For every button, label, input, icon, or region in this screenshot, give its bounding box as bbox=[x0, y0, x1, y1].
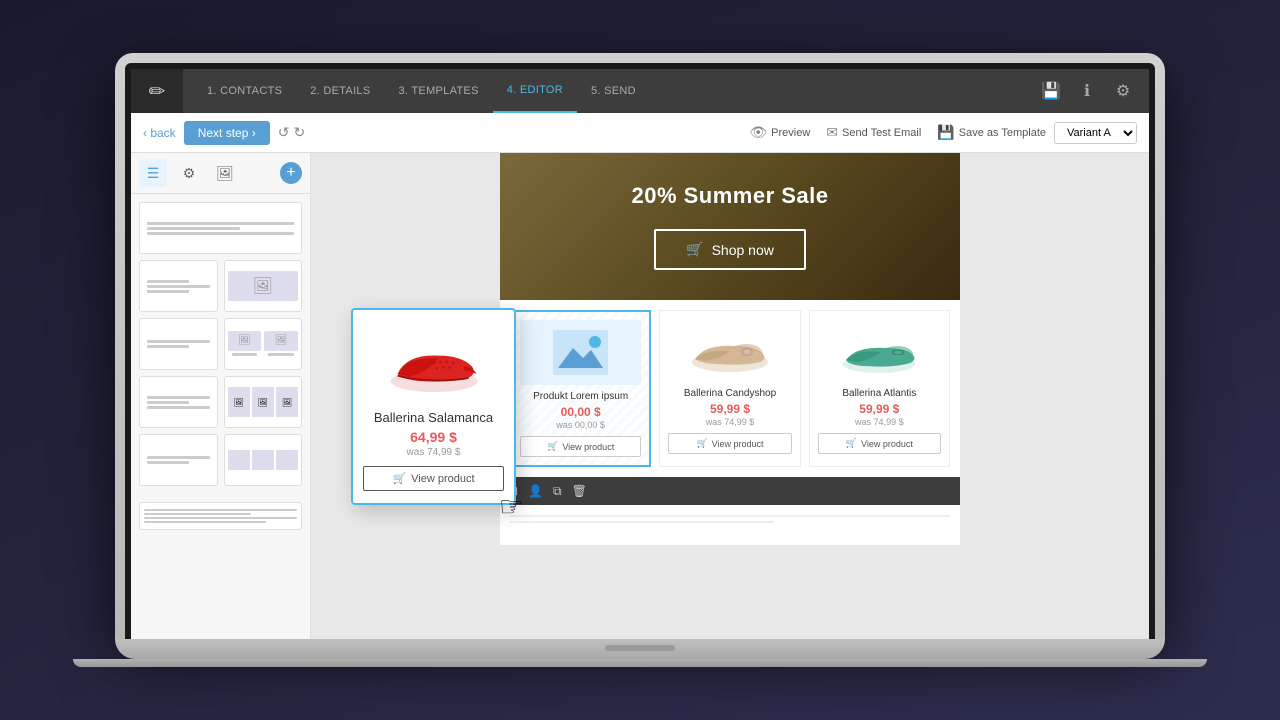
send-test-button[interactable]: ✉ Send Test Email bbox=[826, 124, 921, 141]
shoe-atlantis-svg bbox=[834, 324, 924, 379]
cart-icon-small: 🛒 bbox=[547, 441, 558, 452]
template-thumb-1[interactable] bbox=[139, 202, 302, 254]
products-grid: Produkt Lorem ipsum 00,00 $ was 00,00 $ … bbox=[510, 310, 950, 467]
view-product-button-candyshop[interactable]: 🛒 View product bbox=[668, 433, 791, 454]
view-product-button-atlantis[interactable]: 🛒 View product bbox=[818, 433, 941, 454]
hero-title: 20% Summer Sale bbox=[540, 183, 920, 209]
logo-area: ✏ bbox=[131, 69, 183, 113]
nav-step-contacts[interactable]: 1. CONTACTS bbox=[193, 69, 296, 113]
toolbar: ‹ back Next step › ↺ ↻ 👁 Preview bbox=[131, 113, 1149, 153]
floating-view-product-button[interactable]: 🛒 View product bbox=[363, 466, 504, 491]
placeholder-image-icon bbox=[553, 330, 608, 375]
hero-banner: 20% Summer Sale 🛒 Shop now bbox=[500, 153, 960, 300]
back-button[interactable]: ‹ back bbox=[143, 126, 176, 140]
cart-icon-small-3: 🛒 bbox=[846, 438, 857, 449]
template-thumb-5[interactable]: 🖼 🖼 bbox=[224, 318, 303, 370]
laptop-screen: ✏ 1. CONTACTS 2. DETAILS 3. TEMPLATES 4.… bbox=[131, 69, 1149, 639]
editor-bottom-toolbar: ⊞ 👤 ⧉ 🗑 bbox=[500, 477, 960, 505]
bottom-tb-icon-person[interactable]: 👤 bbox=[528, 484, 543, 498]
template-thumb-3[interactable]: 🖼 bbox=[224, 260, 303, 312]
sidebar-tab-layout[interactable]: ☰ bbox=[139, 159, 167, 187]
nav-actions-right: 💾 ℹ ⚙ bbox=[1035, 75, 1149, 107]
template-thumb-9[interactable] bbox=[224, 434, 303, 486]
product-name-candyshop: Ballerina Candyshop bbox=[668, 388, 791, 399]
floating-product-image bbox=[384, 322, 484, 402]
preview-icon: 👁 bbox=[749, 124, 767, 141]
editor-canvas[interactable]: 20% Summer Sale 🛒 Shop now bbox=[311, 153, 1149, 639]
toolbar-center: 👁 Preview ✉ Send Test Email 💾 Save as Te bbox=[749, 124, 1046, 141]
floating-product-card[interactable]: Ballerina Salamanca 64,99 $ was 74,99 $ … bbox=[351, 308, 516, 505]
product-was-candyshop: was 74,99 $ bbox=[668, 417, 791, 427]
floating-product-name: Ballerina Salamanca bbox=[363, 410, 504, 425]
email-footer bbox=[500, 505, 960, 545]
nav-steps: 1. CONTACTS 2. DETAILS 3. TEMPLATES 4. E… bbox=[183, 69, 1035, 113]
laptop-base bbox=[115, 639, 1165, 659]
product-card-placeholder[interactable]: Produkt Lorem ipsum 00,00 $ was 00,00 $ … bbox=[510, 310, 651, 467]
top-nav: ✏ 1. CONTACTS 2. DETAILS 3. TEMPLATES 4.… bbox=[131, 69, 1149, 113]
email-icon: ✉ bbox=[826, 124, 838, 141]
template-thumb-7[interactable]: 🖼 🖼 🖼 bbox=[224, 376, 303, 428]
cart-icon-small-2: 🛒 bbox=[696, 438, 707, 449]
bottom-tb-icon-delete[interactable]: 🗑 bbox=[572, 484, 587, 498]
product-was-atlantis: was 74,99 $ bbox=[818, 417, 941, 427]
cart-icon: 🛒 bbox=[686, 241, 703, 258]
undo-button[interactable]: ↺ bbox=[278, 124, 290, 141]
logo-icon: ✏ bbox=[149, 79, 166, 104]
product-price-candyshop: 59,99 $ bbox=[668, 402, 791, 416]
bottom-tb-icon-copy[interactable]: ⧉ bbox=[553, 484, 562, 499]
sidebar-tabs: ☰ ⚙ 🖼 + bbox=[131, 153, 310, 194]
view-product-button-placeholder[interactable]: 🛒 View product bbox=[520, 436, 641, 457]
info-nav-button[interactable]: ℹ bbox=[1071, 75, 1103, 107]
product-price-atlantis: 59,99 $ bbox=[818, 402, 941, 416]
product-image-candyshop bbox=[668, 319, 791, 384]
product-card-candyshop[interactable]: Ballerina Candyshop 59,99 $ was 74,99 $ … bbox=[659, 310, 800, 467]
undo-redo-group: ↺ ↻ bbox=[278, 124, 305, 141]
left-sidebar: ☰ ⚙ 🖼 + bbox=[131, 153, 311, 639]
screen-bezel: ✏ 1. CONTACTS 2. DETAILS 3. TEMPLATES 4.… bbox=[125, 63, 1155, 639]
floating-cart-icon: 🛒 bbox=[392, 472, 406, 485]
shop-now-button[interactable]: 🛒 Shop now bbox=[654, 229, 806, 270]
template-thumb-6[interactable] bbox=[139, 376, 218, 428]
product-was-placeholder: was 00,00 $ bbox=[520, 420, 641, 430]
template-grid: 🖼 bbox=[131, 194, 310, 494]
product-card-atlantis[interactable]: Ballerina Atlantis 59,99 $ was 74,99 $ 🛒… bbox=[809, 310, 950, 467]
products-section: Produkt Lorem ipsum 00,00 $ was 00,00 $ … bbox=[500, 300, 960, 477]
sidebar-tab-images[interactable]: 🖼 bbox=[211, 159, 239, 187]
email-template: 20% Summer Sale 🛒 Shop now bbox=[500, 153, 960, 545]
app-container: ✏ 1. CONTACTS 2. DETAILS 3. TEMPLATES 4.… bbox=[131, 69, 1149, 639]
main-content: ☰ ⚙ 🖼 + bbox=[131, 153, 1149, 639]
cursor-hand-icon: ☞ bbox=[499, 490, 524, 523]
product-image-atlantis bbox=[818, 319, 941, 384]
nav-step-details[interactable]: 2. DETAILS bbox=[296, 69, 384, 113]
product-image-placeholder bbox=[520, 320, 641, 385]
nav-step-editor[interactable]: 4. EDITOR bbox=[493, 69, 577, 113]
variant-selector[interactable]: Variant A bbox=[1054, 122, 1137, 144]
sidebar-add-button[interactable]: + bbox=[280, 162, 302, 184]
template-thumb-8[interactable] bbox=[139, 434, 218, 486]
next-step-button[interactable]: Next step › bbox=[184, 121, 270, 145]
sidebar-tab-settings[interactable]: ⚙ bbox=[175, 159, 203, 187]
sidebar-extra bbox=[131, 494, 310, 544]
shoe-salamanca-svg bbox=[384, 325, 484, 400]
floating-product-price: 64,99 $ bbox=[363, 429, 504, 445]
sidebar-text-block bbox=[139, 502, 302, 530]
shoe-candyshop-svg bbox=[685, 324, 775, 379]
save-template-button[interactable]: 💾 Save as Template bbox=[937, 124, 1046, 141]
nav-step-templates[interactable]: 3. TEMPLATES bbox=[384, 69, 492, 113]
product-name-placeholder: Produkt Lorem ipsum bbox=[520, 391, 641, 402]
product-price-placeholder: 00,00 $ bbox=[520, 405, 641, 419]
template-thumb-4[interactable] bbox=[139, 318, 218, 370]
save-icon: 💾 bbox=[937, 124, 954, 141]
settings-nav-button[interactable]: ⚙ bbox=[1107, 75, 1139, 107]
nav-step-send[interactable]: 5. SEND bbox=[577, 69, 650, 113]
product-name-atlantis: Ballerina Atlantis bbox=[818, 388, 941, 399]
floating-product-was: was 74,99 $ bbox=[363, 447, 504, 458]
laptop-body: ✏ 1. CONTACTS 2. DETAILS 3. TEMPLATES 4.… bbox=[115, 53, 1165, 639]
template-thumb-2[interactable] bbox=[139, 260, 218, 312]
preview-button[interactable]: 👁 Preview bbox=[749, 124, 810, 141]
laptop-feet bbox=[73, 659, 1207, 667]
redo-button[interactable]: ↻ bbox=[293, 124, 305, 141]
save-nav-button[interactable]: 💾 bbox=[1035, 75, 1067, 107]
